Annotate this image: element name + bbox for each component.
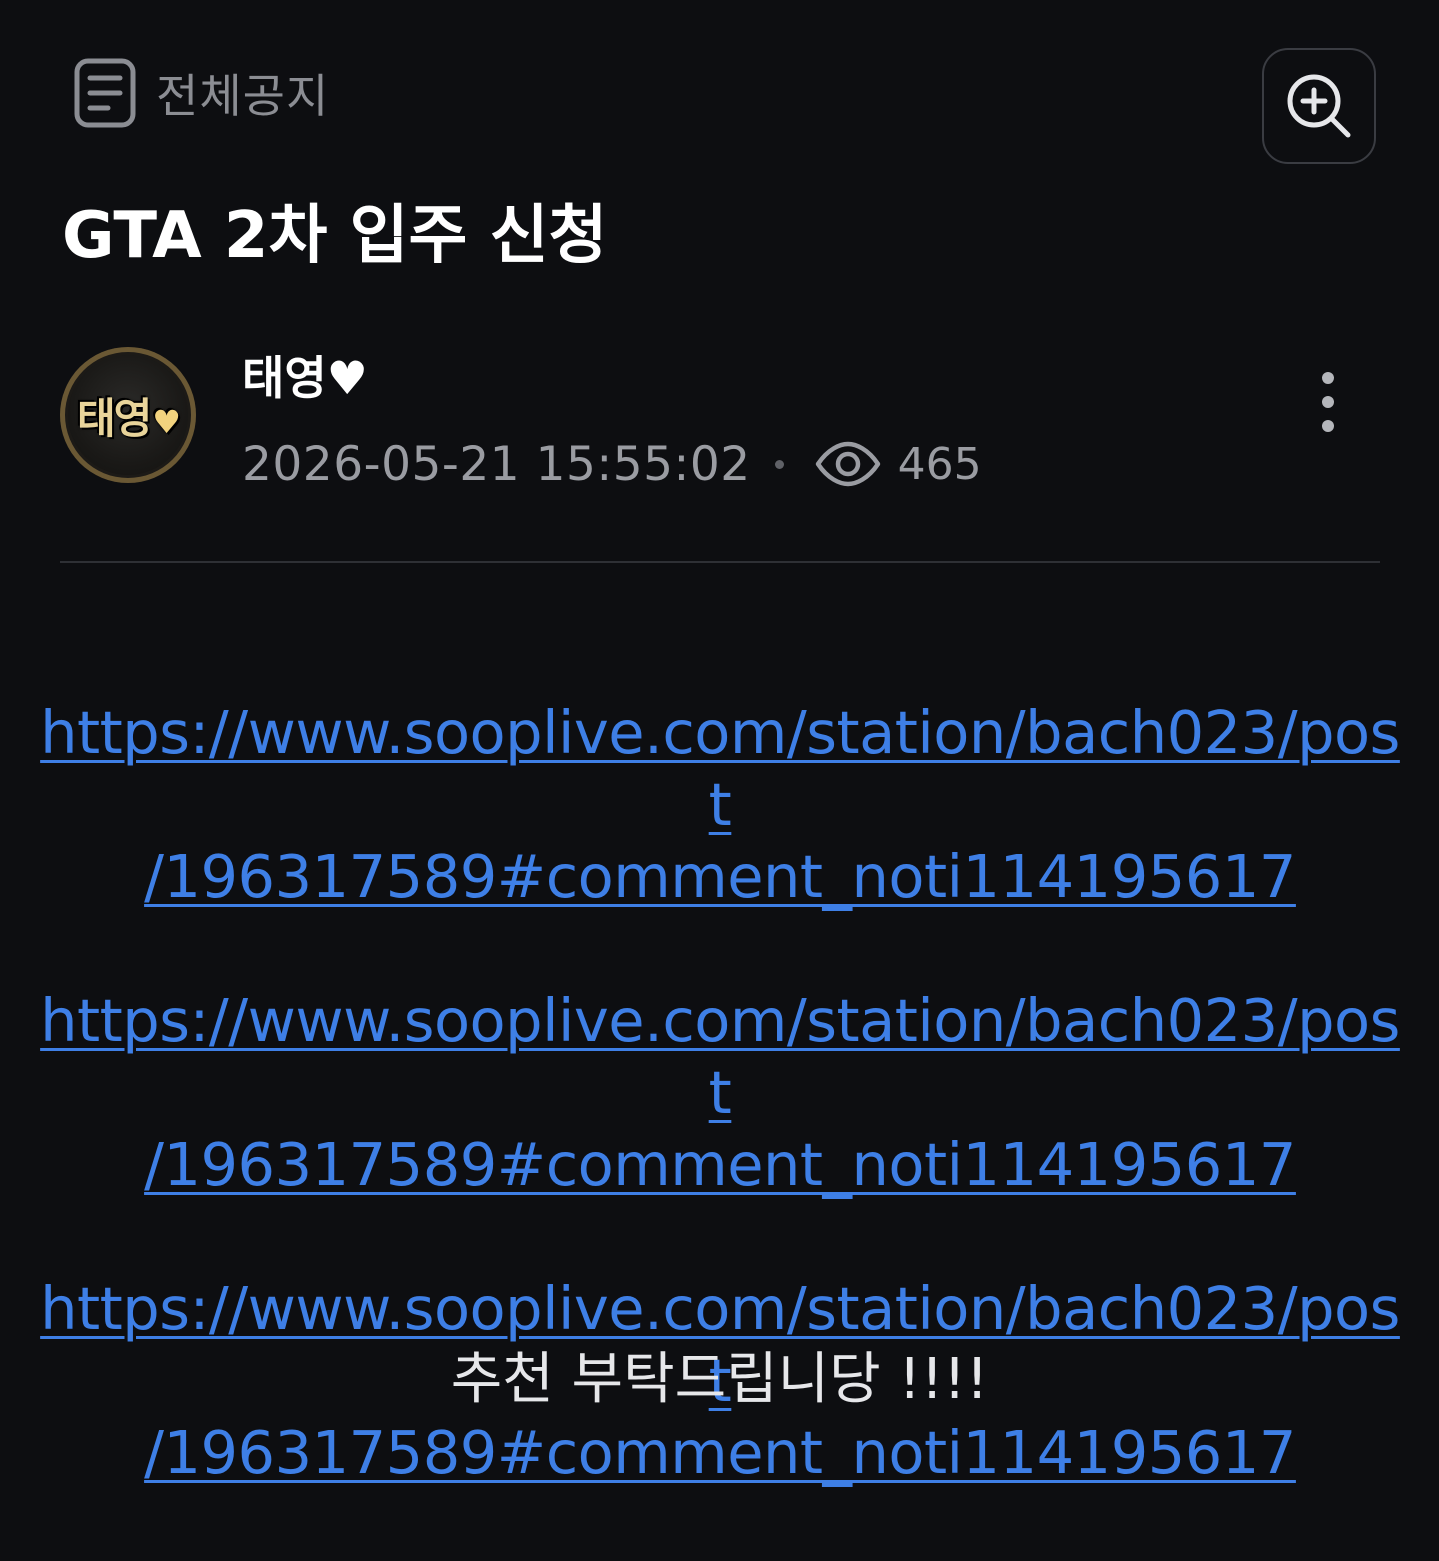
more-options-button[interactable] bbox=[1304, 366, 1352, 438]
divider bbox=[60, 561, 1380, 563]
category-label: 전체공지 bbox=[156, 69, 330, 123]
post-title: GTA 2차 입주 신청 bbox=[62, 199, 608, 273]
more-dot-icon bbox=[1322, 372, 1334, 384]
meta-separator-dot bbox=[774, 459, 784, 469]
post-link[interactable]: https://www.sooplive.com/station/bach023… bbox=[40, 985, 1400, 1201]
avatar-heart-icon: ♥ bbox=[152, 402, 181, 441]
zoom-in-icon bbox=[1287, 74, 1351, 138]
more-dot-icon bbox=[1322, 420, 1334, 432]
author-name[interactable]: 태영♥ bbox=[242, 346, 368, 410]
board-category[interactable]: 전체공지 bbox=[74, 58, 329, 128]
view-count: 465 bbox=[897, 438, 982, 490]
post-closing-text: 추천 부탁드립니당 !!!! bbox=[450, 1347, 989, 1412]
more-dot-icon bbox=[1322, 396, 1334, 408]
post-meta: 2026-05-21 15:55:02 465 bbox=[242, 432, 982, 496]
post-body-links: https://www.sooplive.com/station/bach023… bbox=[40, 697, 1400, 1561]
avatar-text: 태영♥ bbox=[77, 393, 181, 443]
eye-icon bbox=[815, 441, 880, 487]
zoom-in-button[interactable] bbox=[1262, 48, 1376, 164]
post-date: 2026-05-21 15:55:02 bbox=[242, 436, 751, 492]
author-avatar[interactable]: 태영♥ bbox=[60, 347, 196, 483]
post-link[interactable]: https://www.sooplive.com/station/bach023… bbox=[40, 697, 1400, 913]
notice-list-icon bbox=[74, 58, 136, 128]
